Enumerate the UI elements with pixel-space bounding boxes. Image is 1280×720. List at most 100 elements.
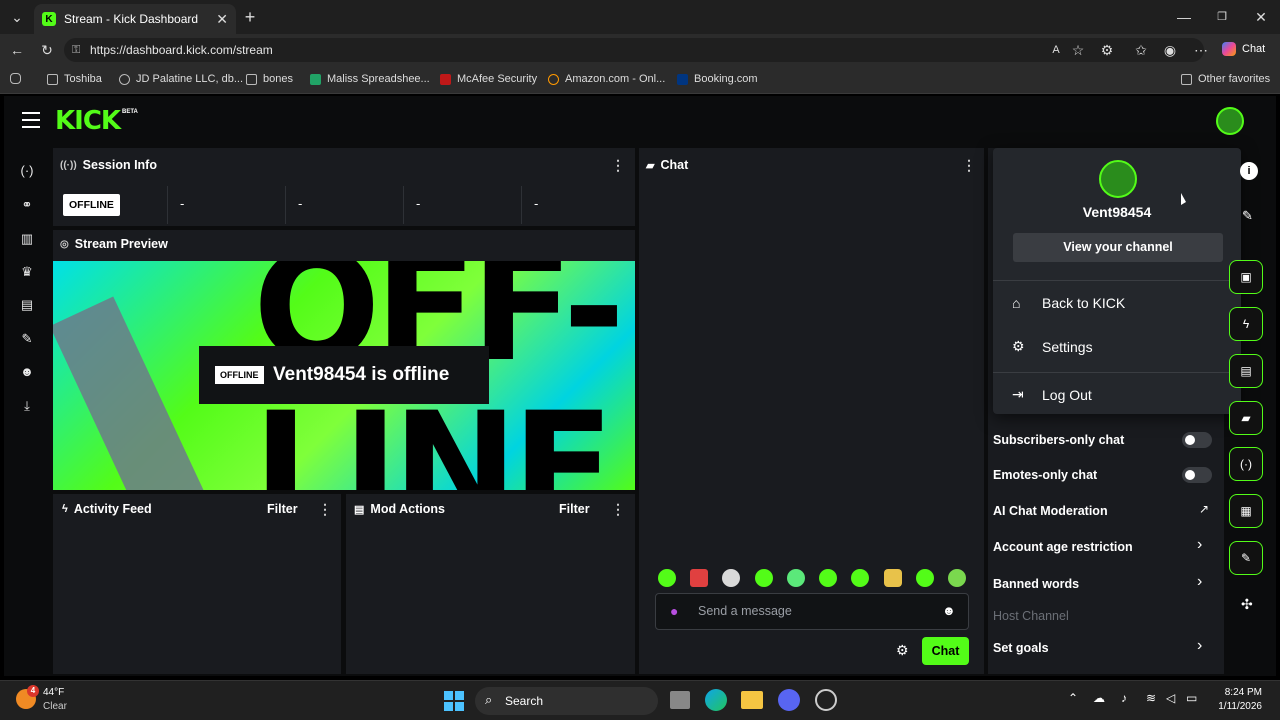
discord-icon[interactable] <box>778 689 800 711</box>
other-favorites[interactable]: Other favorites <box>1181 73 1270 85</box>
apps-icon[interactable]: ✣ <box>1241 596 1253 613</box>
favorite-mcafee[interactable]: McAfee Security <box>440 73 537 85</box>
emote-icon[interactable] <box>755 569 773 587</box>
emote-icon[interactable] <box>787 569 805 587</box>
taskbar-search[interactable]: ⌕ Search <box>475 687 658 715</box>
chat-more-icon[interactable]: ⋮ <box>962 157 976 174</box>
windows-start-icon[interactable] <box>444 691 464 711</box>
ai-moderation-label[interactable]: AI Chat Moderation <box>993 504 1108 518</box>
task-view-icon[interactable] <box>670 691 690 709</box>
favorites-icon[interactable]: ✩ <box>1129 38 1153 62</box>
layout-icon[interactable]: ▦ <box>1229 494 1263 528</box>
emote-icon[interactable] <box>948 569 966 587</box>
read-aloud-icon[interactable]: A <box>1044 38 1068 62</box>
account-age-label[interactable]: Account age restriction <box>993 540 1133 554</box>
favorite-toshiba[interactable]: Toshiba <box>47 73 102 85</box>
home-icon: ⌂ <box>1012 295 1021 311</box>
activity-filter-button[interactable]: Filter <box>267 502 298 516</box>
send-chat-button[interactable]: Chat <box>922 637 969 665</box>
mic-icon[interactable]: ♪ <box>1121 691 1127 705</box>
tray-chevron-icon[interactable]: ⌃ <box>1068 691 1078 705</box>
battery-icon[interactable]: ▭ <box>1186 691 1197 705</box>
emote-icon[interactable] <box>690 569 708 587</box>
volume-icon[interactable]: ◁ <box>1166 691 1175 705</box>
info-icon[interactable]: i <box>1240 162 1258 180</box>
menu-log-out[interactable]: ⇥ Log Out <box>1012 386 1092 403</box>
menu-settings[interactable]: ⚙ Settings <box>1012 338 1093 355</box>
mod-more-icon[interactable]: ⋮ <box>611 501 625 518</box>
browser-tab[interactable]: K Stream - Kick Dashboard ✕ <box>34 4 236 34</box>
emotes-only-toggle[interactable] <box>1182 467 1212 483</box>
broadcast-icon[interactable]: (·) <box>1229 447 1263 481</box>
chat-bubble-icon[interactable]: ▰ <box>1229 401 1263 435</box>
clock-time[interactable]: 8:24 PM <box>1212 687 1262 698</box>
analytics-icon[interactable]: ▥ <box>17 229 37 249</box>
link-icon[interactable]: ⚭ <box>17 195 37 215</box>
chat-message-input[interactable]: ● Send a message ☻ <box>655 593 969 630</box>
favorite-maliss[interactable]: Maliss Spreadshee... <box>310 73 430 85</box>
mod-filter-button[interactable]: Filter <box>559 502 590 516</box>
view-channel-button[interactable]: View your channel <box>1013 233 1223 262</box>
back-icon[interactable]: ← <box>5 38 29 62</box>
refresh-icon[interactable]: ↻ <box>35 38 59 62</box>
notes-icon[interactable]: ▤ <box>1229 354 1263 388</box>
edge-icon[interactable] <box>705 689 727 711</box>
tab-list-icon[interactable]: ⌄ <box>5 5 29 29</box>
emote-icon[interactable] <box>916 569 934 587</box>
lightning-icon[interactable]: ϟ <box>1229 307 1263 341</box>
trophy-icon[interactable]: ♛ <box>17 262 37 282</box>
chevron-right-icon[interactable]: › <box>1197 536 1202 554</box>
emote-icon[interactable] <box>851 569 869 587</box>
address-bar[interactable]: ⚿ https://dashboard.kick.com/stream <box>64 38 1204 62</box>
restore-icon[interactable]: ❐ <box>1210 5 1234 29</box>
more-icon[interactable]: ⋯ <box>1189 38 1213 62</box>
file-explorer-icon[interactable] <box>741 691 763 709</box>
community-icon[interactable]: ☻ <box>17 362 37 382</box>
external-link-icon[interactable]: ↗ <box>1199 502 1209 516</box>
user-avatar[interactable] <box>1216 107 1244 135</box>
emote-icon[interactable] <box>884 569 902 587</box>
set-goals-label[interactable]: Set goals <box>993 641 1049 655</box>
favorite-amazon[interactable]: Amazon.com - Onl... <box>548 73 665 85</box>
banned-words-label[interactable]: Banned words <box>993 577 1079 591</box>
kick-logo[interactable]: KICK <box>55 106 121 136</box>
wrench-icon[interactable]: ✎ <box>17 329 37 349</box>
extensions-icon[interactable]: ⚙ <box>1095 38 1119 62</box>
screenshot-icon[interactable]: ▣ <box>1229 260 1263 294</box>
app-icon[interactable] <box>815 689 837 711</box>
profile-icon[interactable]: ◉ <box>1158 38 1182 62</box>
hamburger-menu-icon[interactable] <box>22 112 40 128</box>
new-tab-icon[interactable]: + <box>238 5 262 29</box>
chevron-right-icon[interactable]: › <box>1197 573 1202 591</box>
emote-icon[interactable] <box>658 569 676 587</box>
download-icon[interactable]: ⤓ <box>17 396 37 416</box>
emote-icon[interactable] <box>722 569 740 587</box>
close-tab-icon[interactable]: ✕ <box>216 11 228 28</box>
menu-back-to-kick[interactable]: ⌂ Back to KICK <box>1012 295 1125 311</box>
wrench-icon[interactable]: ✎ <box>1229 541 1263 575</box>
chat-settings-gear-icon[interactable]: ⚙ <box>896 642 909 659</box>
stream-icon[interactable]: (·) <box>17 161 37 181</box>
favorite-star-icon[interactable]: ☆ <box>1066 38 1090 62</box>
weather-temp[interactable]: 44°F <box>43 687 64 698</box>
reading-list-icon[interactable] <box>10 73 21 84</box>
favorite-bones[interactable]: bones <box>246 73 293 85</box>
session-more-icon[interactable]: ⋮ <box>611 157 625 174</box>
minimize-icon[interactable]: — <box>1172 5 1196 29</box>
close-window-icon[interactable]: ✕ <box>1249 5 1273 29</box>
emoji-icon[interactable]: ☻ <box>942 603 956 618</box>
chevron-right-icon[interactable]: › <box>1197 637 1202 655</box>
onedrive-icon[interactable]: ☁ <box>1093 691 1105 705</box>
copilot-button[interactable]: Chat <box>1222 42 1265 56</box>
activity-more-icon[interactable]: ⋮ <box>318 501 332 518</box>
favorites-bar: Toshiba JD Palatine LLC, db... bones Mal… <box>0 66 1280 94</box>
emote-icon[interactable] <box>819 569 837 587</box>
microphone-icon[interactable]: ● <box>670 603 678 619</box>
media-icon[interactable]: ▤ <box>17 295 37 315</box>
site-info-icon[interactable]: ⚿ <box>72 38 80 62</box>
favorite-jd-palatine[interactable]: JD Palatine LLC, db... <box>119 73 243 85</box>
favorite-booking[interactable]: Booking.com <box>677 73 758 85</box>
edit-icon[interactable]: ✎ <box>1242 208 1253 224</box>
subscribers-only-toggle[interactable] <box>1182 432 1212 448</box>
wifi-icon[interactable]: ≋ <box>1146 691 1156 705</box>
